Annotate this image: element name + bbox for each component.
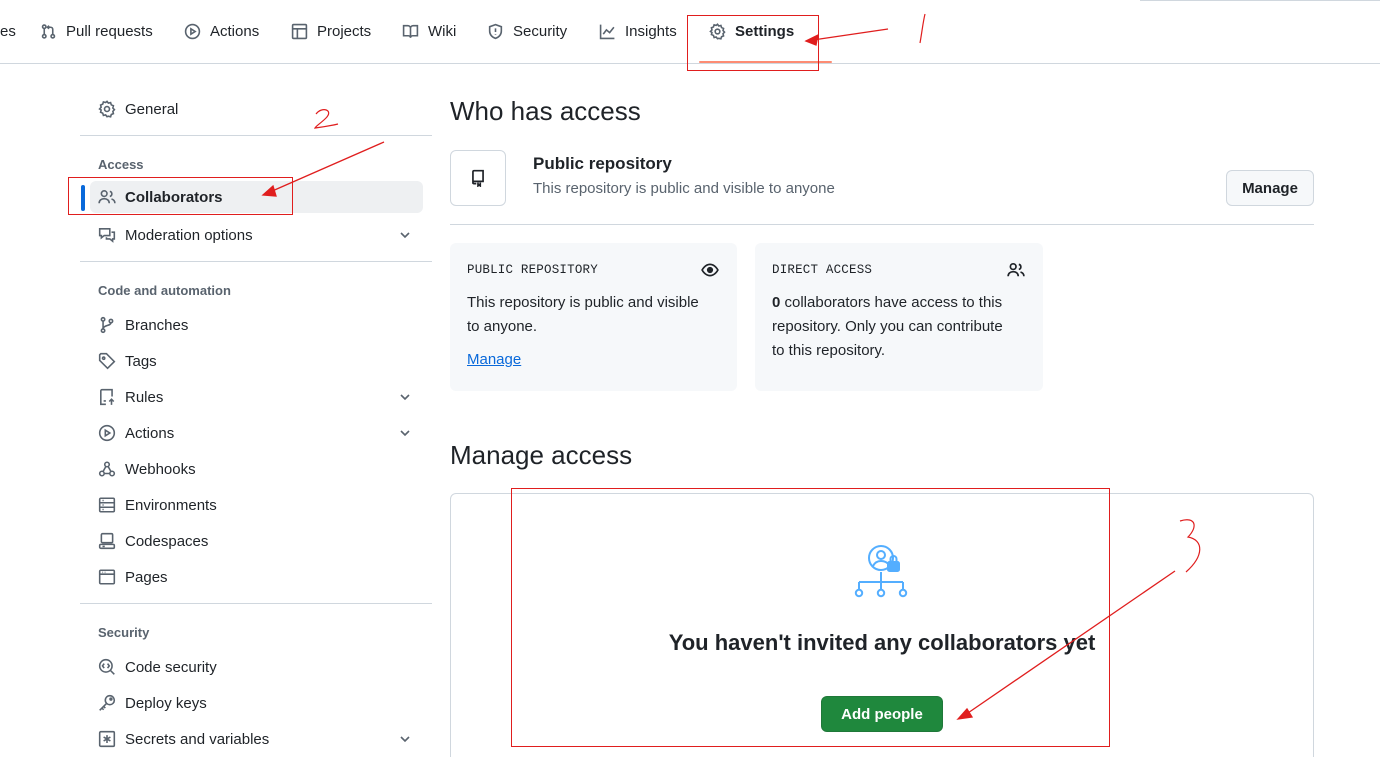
tab-label: Pull requests <box>66 23 153 40</box>
manage-access-title: Manage access <box>450 440 633 470</box>
sidebar-heading-security: Security <box>98 625 150 640</box>
git-pull-request-icon <box>41 24 56 39</box>
card-text-line: to anyone. <box>467 318 538 335</box>
key-icon <box>99 694 116 711</box>
sidebar-item-label: Pages <box>125 568 168 586</box>
sidebar-item-label: Deploy keys <box>125 694 207 712</box>
card-label: PUBLIC REPOSITORY <box>467 263 598 277</box>
tab-wiki[interactable]: Wiki <box>402 0 456 63</box>
annotation-box-add-people <box>511 488 1110 747</box>
repo-icon <box>472 169 484 187</box>
who-has-access-title: Who has access <box>450 96 641 126</box>
codescan-icon <box>98 658 115 675</box>
visibility-title: Public repository <box>533 154 672 173</box>
card-text-line: repository. Only you can contribute <box>772 318 1003 335</box>
public-repository-card: PUBLIC REPOSITORY This repository is pub… <box>450 243 737 391</box>
codespaces-icon <box>98 532 116 550</box>
play-icon <box>98 424 116 442</box>
eye-icon <box>701 263 719 277</box>
sidebar-item-label: General <box>125 100 179 118</box>
card-text-fragment: collaborators have access to this <box>780 294 1003 311</box>
book-icon <box>402 24 419 39</box>
gear-icon <box>98 100 116 118</box>
sidebar-item-label: Secrets and variables <box>125 730 270 748</box>
sidebar-item-label: Environments <box>125 496 217 514</box>
sidebar-item-moderation[interactable]: Moderation options <box>90 219 423 251</box>
tab-label: Projects <box>317 23 372 40</box>
sidebar-item-webhooks[interactable]: Webhooks <box>90 453 423 485</box>
sidebar-divider <box>80 261 432 262</box>
direct-access-card: DIRECT ACCESS 0 collaborators have acces… <box>755 243 1043 391</box>
chevron-down-icon <box>400 736 410 743</box>
repo-push-icon <box>100 388 115 406</box>
tag-icon <box>98 352 116 370</box>
manage-link[interactable]: Manage <box>467 351 521 368</box>
header-edge <box>1140 0 1380 1</box>
tab-code-partial[interactable]: es <box>0 0 16 63</box>
tab-label: Insights <box>625 23 677 40</box>
sidebar-item-label: Code security <box>125 658 217 676</box>
sidebar-item-label: Tags <box>125 352 157 370</box>
sidebar-item-code-security[interactable]: Code security <box>90 651 423 683</box>
tab-label: Actions <box>210 23 260 40</box>
tab-insights[interactable]: Insights <box>599 0 677 63</box>
tab-pull-requests[interactable]: Pull requests <box>40 0 153 63</box>
sidebar-item-rules[interactable]: Rules <box>90 381 423 413</box>
webhook-icon <box>98 461 116 477</box>
repo-icon-box <box>450 150 506 206</box>
sidebar-item-label: Webhooks <box>125 460 196 478</box>
card-text: This repository is public and visible to… <box>467 291 699 339</box>
annotation-box-collaborators <box>68 177 293 215</box>
sidebar-divider <box>80 135 432 136</box>
people-icon <box>1007 262 1025 277</box>
sidebar-item-label: Codespaces <box>125 532 209 550</box>
sidebar-item-codespaces[interactable]: Codespaces <box>90 525 423 557</box>
tab-actions[interactable]: Actions <box>184 0 259 63</box>
sidebar-item-label: Actions <box>125 424 175 442</box>
sidebar-item-label: Branches <box>125 316 189 334</box>
chevron-down-icon <box>400 232 410 239</box>
tab-label: Wiki <box>428 23 457 40</box>
asterisk-box-icon <box>98 730 116 748</box>
section-divider <box>450 224 1314 225</box>
chevron-down-icon <box>400 394 410 401</box>
card-text-line: to this repository. <box>772 342 886 359</box>
sidebar-heading-code: Code and automation <box>98 283 231 298</box>
card-label: DIRECT ACCESS <box>772 263 873 277</box>
sidebar-item-actions[interactable]: Actions <box>90 417 423 449</box>
sidebar-item-label: Moderation options <box>125 226 253 244</box>
sidebar-item-deploy-keys[interactable]: Deploy keys <box>90 687 423 719</box>
play-icon <box>184 23 201 40</box>
tab-projects[interactable]: Projects <box>291 0 371 63</box>
sidebar-heading-access: Access <box>98 157 144 172</box>
sidebar-item-tags[interactable]: Tags <box>90 345 423 377</box>
sidebar-item-environments[interactable]: Environments <box>90 489 423 521</box>
sidebar-item-secrets[interactable]: Secrets and variables <box>90 723 423 755</box>
sidebar-item-general[interactable]: General <box>90 93 423 125</box>
manage-visibility-button[interactable]: Manage <box>1226 170 1314 206</box>
graph-icon <box>599 24 615 40</box>
sidebar-divider <box>80 603 432 604</box>
card-text: 0 collaborators have access to this repo… <box>772 291 1003 363</box>
shield-icon <box>488 23 503 40</box>
tab-label: es <box>0 23 16 40</box>
tab-security[interactable]: Security <box>487 0 567 63</box>
table-icon <box>291 23 308 40</box>
tab-label: Security <box>513 23 568 40</box>
sidebar-item-pages[interactable]: Pages <box>90 561 423 593</box>
chevron-down-icon <box>400 430 410 437</box>
card-text-line: This repository is public and visible <box>467 294 699 311</box>
browser-icon <box>98 569 116 585</box>
card-text-line: 0 collaborators have access to this <box>772 291 1003 315</box>
server-icon <box>98 497 116 513</box>
git-branch-icon <box>100 316 114 334</box>
visibility-description: This repository is public and visible to… <box>533 180 835 197</box>
sidebar-item-label: Rules <box>125 388 164 406</box>
comment-discussion-icon <box>98 228 116 243</box>
sidebar-item-branches[interactable]: Branches <box>90 309 423 341</box>
annotation-box-settings <box>687 15 819 71</box>
